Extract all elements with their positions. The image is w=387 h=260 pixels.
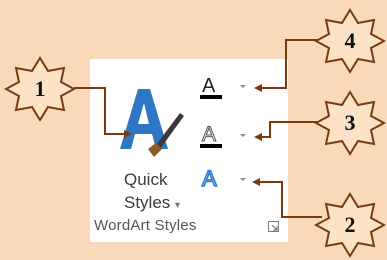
leader-line-4 [262, 39, 317, 89]
callout-star-3: 3 [314, 90, 386, 156]
leader-line-3 [262, 121, 318, 138]
callout-label-3: 3 [344, 110, 356, 135]
callout-star-1: 1 [4, 56, 76, 122]
leader-line-2 [260, 181, 322, 218]
callout-label-2: 2 [344, 212, 356, 237]
arrowhead-3 [254, 133, 262, 141]
stage: Quick Styles ▾ A A A WordArt Styles 1 4 … [0, 0, 387, 260]
arrowhead-4 [254, 84, 262, 92]
callout-label-4: 4 [344, 28, 356, 53]
callout-star-2: 2 [314, 192, 386, 258]
callout-star-4: 4 [314, 8, 386, 74]
leader-line-1 [74, 87, 124, 135]
callout-label-1: 1 [34, 76, 46, 101]
arrowhead-2 [252, 178, 260, 186]
arrowhead-1 [124, 130, 132, 138]
